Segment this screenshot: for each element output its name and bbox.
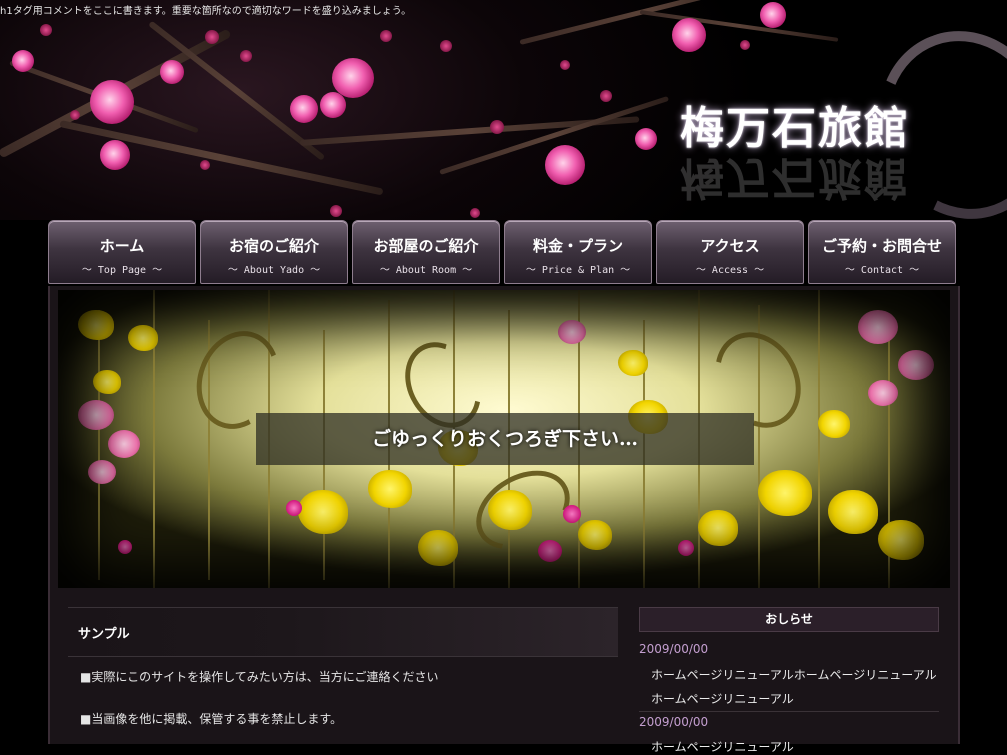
news-link[interactable]: ホームページリニューアル (651, 690, 794, 707)
global-nav: ホーム ～ Top Page ～ お宿のご紹介 ～ About Yado ～ お… (48, 220, 960, 286)
nav-label: ホーム (99, 237, 145, 255)
news-divider (639, 711, 939, 712)
site-header: h1タグ用コメントをここに書きます。重要な箇所なので適切なワードを盛り込みましょ… (0, 0, 1007, 220)
h1-comment: h1タグ用コメントをここに書きます。重要な箇所なので適切なワードを盛り込みましょ… (0, 6, 412, 17)
nav-sublabel: ～ About Room ～ (379, 265, 473, 276)
plum-blossom (100, 140, 130, 170)
plum-bud (205, 30, 219, 44)
plum-bud (740, 40, 750, 50)
nav-price-plan-button[interactable]: 料金・プラン ～ Price & Plan ～ (504, 220, 652, 284)
plum-blossom (290, 95, 318, 123)
nav-home-button[interactable]: ホーム ～ Top Page ～ (48, 220, 196, 284)
plum-blossom (760, 2, 786, 28)
nav-sublabel: ～ About Yado ～ (227, 265, 321, 276)
plum-blossom (635, 128, 657, 150)
plum-blossom (672, 18, 706, 52)
section-title: サンプル (78, 627, 130, 642)
nav-label: お部屋のご紹介 (373, 237, 479, 255)
plum-bud (380, 30, 392, 42)
news-date: 2009/00/00 (639, 715, 709, 729)
site-logo[interactable]: 梅万石旅館 (680, 92, 910, 156)
nav-sublabel: ～ Contact ～ (844, 265, 920, 276)
main-visual-caption: ごゆっくりおくつろぎ下さい… (256, 413, 754, 465)
nav-about-room-button[interactable]: お部屋のご紹介 ～ About Room ～ (352, 220, 500, 284)
section-title-bar: サンプル (68, 607, 618, 657)
plum-bud (40, 24, 52, 36)
nav-access-button[interactable]: アクセス ～ Access ～ (656, 220, 804, 284)
nav-sublabel: ～ Price & Plan ～ (525, 265, 631, 276)
main-visual-image: ごゆっくりおくつろぎ下さい… (58, 290, 950, 588)
plum-blossom (90, 80, 134, 124)
plum-branch (148, 20, 326, 161)
site-logo-reflection: 梅万石旅館 (680, 152, 910, 203)
plum-blossom (332, 58, 374, 98)
plum-bud (600, 90, 612, 102)
plum-bud (470, 208, 480, 218)
plum-bud (330, 205, 342, 217)
plum-bud (440, 40, 452, 52)
nav-label: アクセス (700, 237, 760, 255)
content-paragraph: ■当画像を他に掲載、保管する事を禁止します。 (80, 712, 343, 726)
plum-branch (639, 10, 839, 42)
plum-bud (560, 60, 570, 70)
news-link[interactable]: ホームページリニューアル (651, 738, 794, 755)
plum-bud (200, 160, 210, 170)
nav-label: ご予約・お問合せ (821, 237, 942, 255)
nav-contact-button[interactable]: ご予約・お問合せ ～ Contact ～ (808, 220, 956, 284)
plum-blossom (545, 145, 585, 185)
plum-bud (70, 110, 80, 120)
plum-bud (490, 120, 504, 134)
plum-bud (240, 50, 252, 62)
plum-blossom (12, 50, 34, 72)
nav-sublabel: ～ Access ～ (695, 265, 765, 276)
news-title: おしらせ (639, 607, 939, 632)
plum-blossom (320, 92, 346, 118)
nav-sublabel: ～ Top Page ～ (81, 265, 163, 276)
nav-about-yado-button[interactable]: お宿のご紹介 ～ About Yado ～ (200, 220, 348, 284)
content-paragraph: ■実際にこのサイトを操作してみたい方は、当方にご連絡ください (80, 670, 439, 684)
news-link[interactable]: ホームページリニューアルホームページリニューアル (651, 666, 937, 683)
nav-label: お宿のご紹介 (228, 237, 319, 255)
news-date: 2009/00/00 (639, 642, 709, 656)
nav-label: 料金・プラン (532, 237, 623, 255)
plum-blossom (160, 60, 184, 84)
